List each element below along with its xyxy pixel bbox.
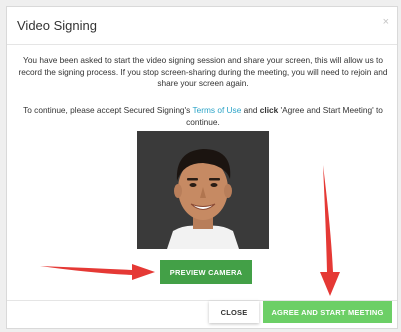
terms-paragraph: To continue, please accept Secured Signi…: [15, 105, 391, 128]
terms-text-click: click: [259, 105, 279, 115]
close-button[interactable]: CLOSE: [209, 301, 259, 323]
dialog-header: Video Signing ×: [7, 7, 397, 45]
preview-camera-button[interactable]: PREVIEW CAMERA: [160, 260, 252, 284]
close-icon[interactable]: ×: [383, 16, 389, 28]
dialog-title: Video Signing: [17, 18, 97, 33]
terms-of-use-link[interactable]: Terms of Use: [192, 105, 241, 115]
terms-text-before: To continue, please accept Secured Signi…: [23, 105, 193, 115]
instructions-paragraph: You have been asked to start the video s…: [18, 55, 388, 88]
terms-text-and: and: [241, 105, 260, 115]
agree-and-start-meeting-button[interactable]: AGREE AND START MEETING: [263, 301, 392, 323]
person-photo-icon: [137, 131, 269, 249]
camera-preview-image: [137, 131, 269, 249]
